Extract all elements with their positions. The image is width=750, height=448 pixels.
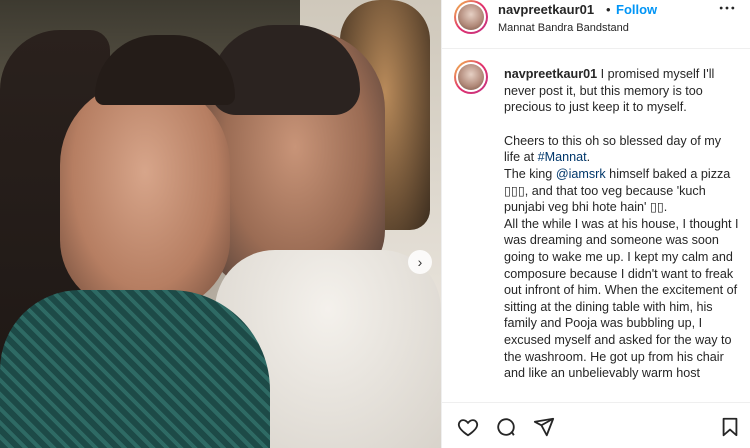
send-icon[interactable]	[532, 415, 556, 439]
caption-cheers-end: .	[586, 150, 591, 165]
post-side-panel: navpreetkaur01 • Follow Mannat Bandra Ba…	[441, 0, 750, 448]
caption-cheers: Cheers to this oh so blessed day of my l…	[504, 133, 722, 165]
post-header: navpreetkaur01 • Follow Mannat Bandra Ba…	[442, 0, 750, 49]
photo-person-left	[60, 80, 230, 310]
more-horizontal-icon[interactable]	[712, 0, 742, 18]
hashtag-link[interactable]: #Mannat	[538, 150, 587, 164]
bookmark-icon[interactable]	[718, 415, 742, 439]
photo-person-left-dress	[0, 290, 270, 448]
caption-king: The king	[504, 166, 556, 181]
post-photo[interactable]: ›	[0, 0, 441, 448]
heart-icon[interactable]	[456, 415, 480, 439]
caption-avatar[interactable]	[454, 60, 488, 94]
header-username[interactable]: navpreetkaur01	[498, 2, 594, 17]
follow-button[interactable]: Follow	[616, 2, 657, 17]
comment-icon[interactable]	[494, 415, 518, 439]
header-location[interactable]: Mannat Bandra Bandstand	[498, 22, 629, 34]
mention-link[interactable]: @iamsrk	[556, 167, 606, 181]
caption-text: navpreetkaur01 I promised myself I'll ne…	[504, 66, 739, 382]
caption-rest: All the while I was at his house, I thou…	[504, 216, 739, 381]
caption-area: navpreetkaur01 I promised myself I'll ne…	[442, 50, 750, 402]
chevron-right-icon[interactable]: ›	[408, 250, 432, 274]
next-glyph: ›	[417, 254, 423, 270]
header-separator: •	[606, 2, 611, 17]
post-actions	[442, 402, 750, 448]
avatar[interactable]	[454, 0, 488, 34]
caption-username[interactable]: navpreetkaur01	[504, 67, 597, 81]
